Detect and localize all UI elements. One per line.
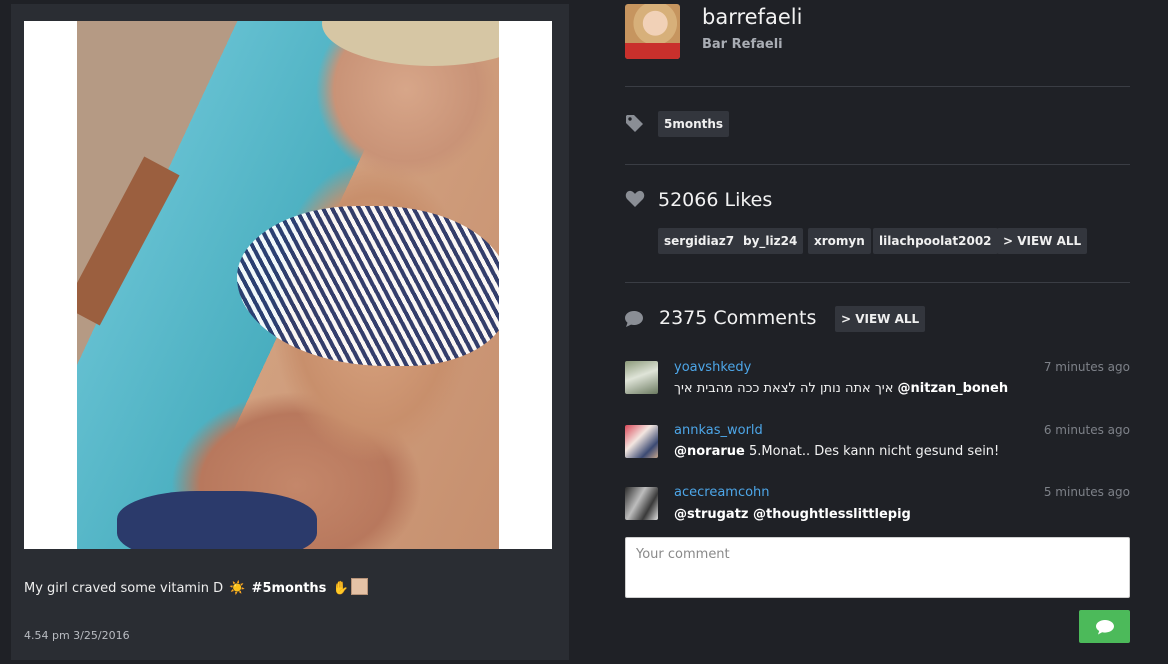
photo-chair-detail — [77, 156, 180, 326]
comment-time: 6 minutes ago — [1043, 423, 1130, 437]
comment-body: 5.Monat.. Des kann nicht gesund sein! — [749, 444, 1000, 459]
photo-swimsuit-bottom-detail — [117, 491, 317, 549]
hand-emoji-icon: ✋ — [332, 581, 349, 596]
skin-tone-icon — [350, 578, 368, 595]
comments-view-all-button[interactable]: > VIEW ALL — [835, 306, 926, 332]
comment-text: @norarue 5.Monat.. Des kann nicht gesund… — [674, 444, 999, 459]
tag-icon — [626, 115, 643, 132]
profile-avatar[interactable] — [625, 4, 680, 59]
comment-avatar[interactable] — [625, 361, 658, 394]
heart-icon — [625, 190, 645, 207]
likes-count: 52066 Likes — [658, 189, 773, 211]
comments-count: 2375 Comments — [659, 307, 817, 329]
comment-username[interactable]: annkas_world — [674, 423, 763, 438]
liker-chip[interactable]: by_liz24 — [737, 228, 804, 254]
photo-hat-detail — [322, 21, 499, 66]
chat-bubble-icon — [1095, 619, 1114, 634]
post-caption: My girl craved some vitamin D ☀️ #5month… — [24, 578, 368, 596]
caption-text: My girl craved some vitamin D — [24, 581, 224, 596]
comment-input[interactable] — [625, 537, 1130, 598]
comment-avatar[interactable] — [625, 487, 658, 520]
comment-avatar[interactable] — [625, 425, 658, 458]
comment-time: 7 minutes ago — [1043, 360, 1130, 374]
caption-hashtag-link[interactable]: #5months — [252, 581, 327, 596]
photo-swimsuit-detail — [237, 206, 499, 366]
comment-body: איך אתה נותן לה לצאת ככה מהבית איך — [674, 381, 894, 396]
divider — [625, 282, 1130, 283]
likes-view-all-button[interactable]: > VIEW ALL — [997, 228, 1088, 254]
profile-username[interactable]: barrefaeli — [702, 5, 802, 29]
profile-full-name: Bar Refaeli — [702, 37, 783, 52]
divider — [625, 86, 1130, 87]
comment-mention-link[interactable]: @nitzan_boneh — [898, 381, 1009, 396]
post-timestamp: 4.54 pm 3/25/2016 — [24, 629, 130, 642]
liker-chip[interactable]: sergidiaz7 — [658, 228, 741, 254]
tag-chip[interactable]: 5months — [658, 111, 730, 137]
post-photo[interactable] — [77, 21, 499, 549]
comment-text: איך אתה נותן לה לצאת ככה מהבית איך @nitz… — [674, 381, 1008, 396]
speech-bubble-icon — [625, 311, 643, 327]
send-comment-button[interactable] — [1079, 610, 1130, 643]
post-card: My girl craved some vitamin D ☀️ #5month… — [11, 4, 569, 660]
comment-text: @strugatz @thoughtlesslittlepig — [674, 507, 911, 522]
divider — [625, 164, 1130, 165]
comment-time: 5 minutes ago — [1043, 485, 1130, 499]
liker-chip[interactable]: lilachpoolat2002 — [873, 228, 998, 254]
sun-emoji-icon: ☀️ — [229, 581, 246, 596]
comment-username[interactable]: yoavshkedy — [674, 360, 751, 375]
comment-mention-link[interactable]: @norarue — [674, 444, 745, 459]
liker-chip[interactable]: xromyn — [808, 228, 871, 254]
post-photo-frame — [24, 21, 552, 549]
comment-mention-link[interactable]: @strugatz @thoughtlesslittlepig — [674, 507, 911, 522]
comment-username[interactable]: acecreamcohn — [674, 485, 770, 500]
